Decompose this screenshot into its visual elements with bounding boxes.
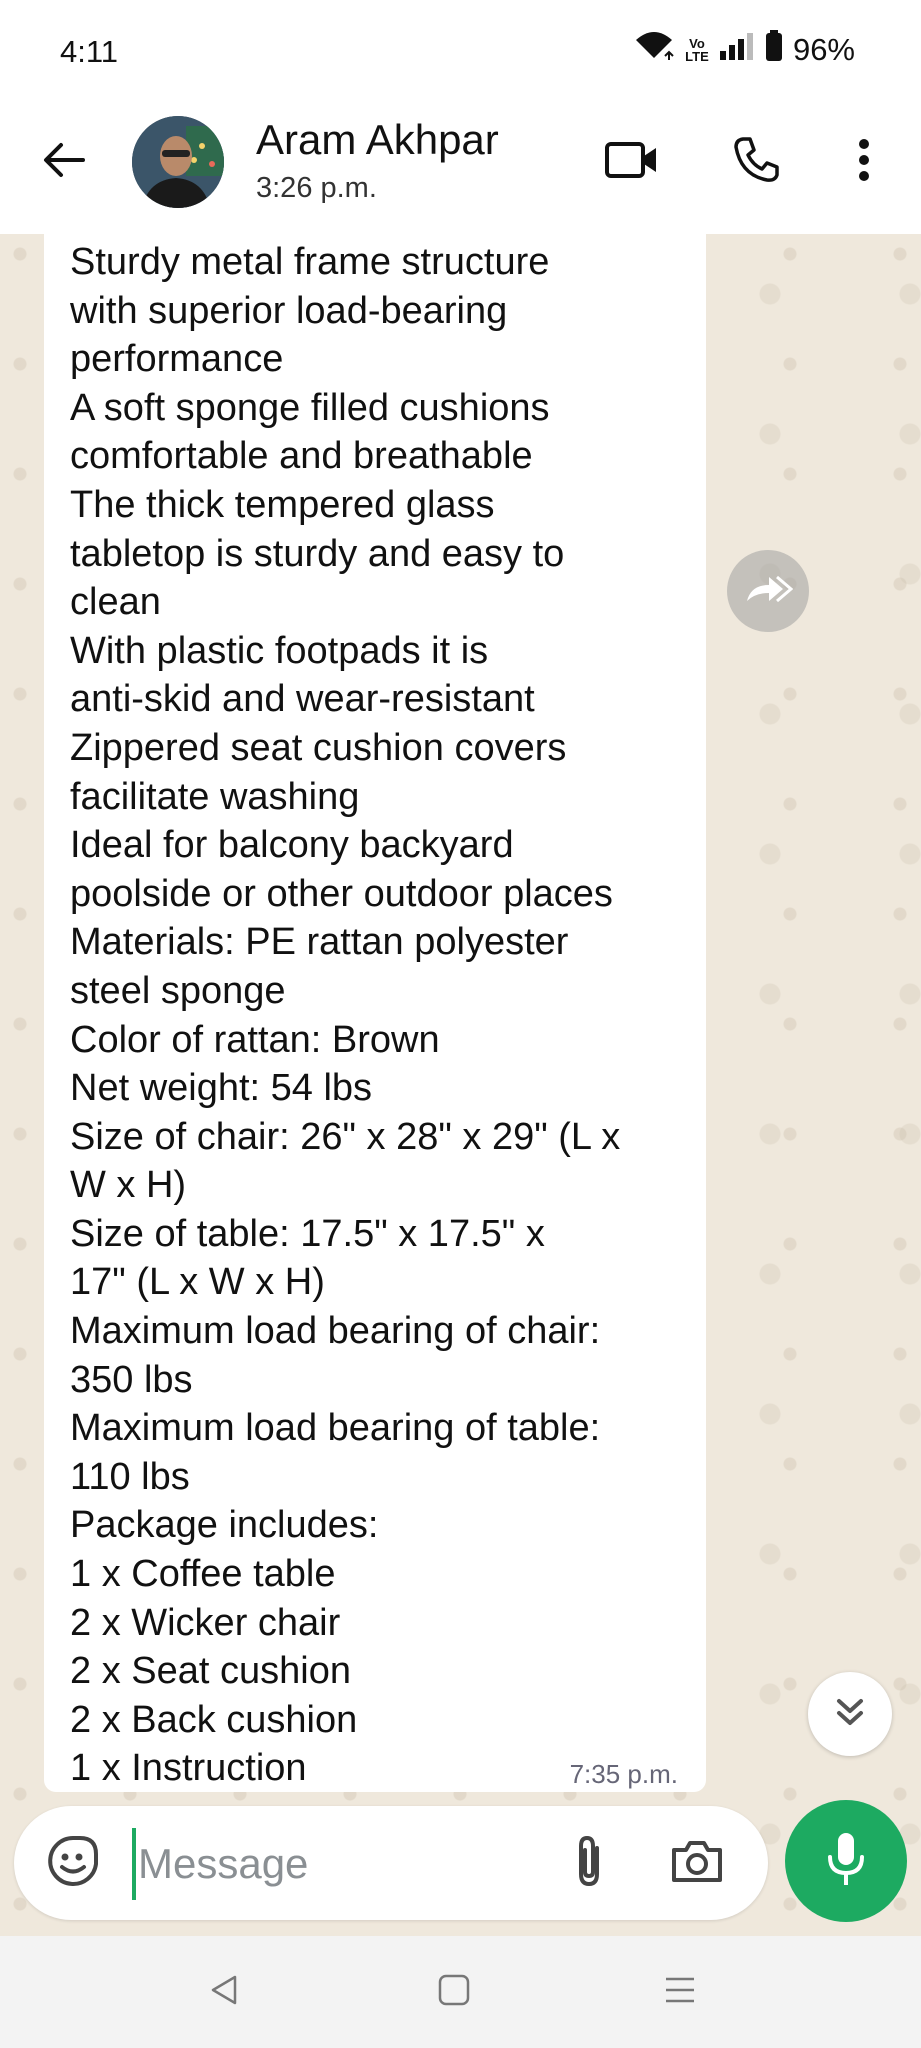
message-line: Zippered seat cushion covers — [70, 726, 567, 769]
message-line: 17" (L x W x H) — [70, 1261, 325, 1304]
voice-message-button[interactable] — [785, 1800, 907, 1922]
scroll-to-bottom-button[interactable] — [808, 1672, 892, 1756]
chat-area[interactable]: Sturdy metal frame structure with superio… — [0, 234, 921, 1936]
nav-home-icon — [437, 1973, 471, 2012]
message-line: Ideal for balcony backyard — [70, 824, 514, 867]
voice-call-button[interactable] — [724, 130, 788, 194]
forward-button[interactable] — [727, 550, 809, 632]
signal-icon — [719, 31, 755, 69]
nav-recents-icon — [663, 1973, 697, 2012]
message-line: with superior load-bearing — [70, 289, 508, 332]
contact-last-seen: 3:26 p.m. — [256, 172, 377, 204]
contact-name[interactable]: Aram Akhpar — [256, 116, 499, 164]
forward-icon — [743, 573, 794, 610]
message-line: Color of rattan: Brown — [70, 1018, 440, 1061]
status-bar: 4:11 Vo LTE 96% — [0, 0, 921, 100]
message-line: facilitate washing — [70, 775, 360, 818]
battery-percent: 96% — [792, 32, 855, 67]
message-line: clean — [70, 581, 161, 624]
message-line: Materials: PE rattan polyester — [70, 921, 569, 964]
message-line: 2 x Back cushion — [70, 1698, 358, 1741]
avatar[interactable] — [132, 116, 224, 208]
message-time: 7:35 p.m. — [569, 1759, 678, 1789]
attach-icon — [573, 1834, 605, 1893]
message-line: anti-skid and wear-resistant — [70, 678, 535, 721]
message-line: Size of chair: 26" x 28" x 29" (L x — [70, 1115, 621, 1158]
status-icons: Vo LTE 96% — [633, 30, 855, 70]
message-line: 1 x Coffee table — [70, 1553, 336, 1596]
system-nav-bar — [0, 1936, 921, 2048]
nav-recents-button[interactable] — [652, 1964, 708, 2020]
message-line: Maximum load bearing of table: — [70, 1407, 601, 1450]
double-chevron-down-icon — [833, 1695, 867, 1734]
message-line: Size of table: 17.5" x 17.5" x — [70, 1212, 545, 1255]
video-call-button[interactable] — [600, 130, 664, 194]
message-line: Package includes: — [70, 1504, 379, 1547]
nav-back-button[interactable] — [196, 1964, 252, 2020]
message-line: The thick tempered glass — [70, 483, 495, 526]
message-line: 110 lbs — [70, 1455, 190, 1498]
camera-button[interactable] — [664, 1830, 730, 1896]
message-line: performance — [70, 338, 284, 381]
sticker-button[interactable] — [44, 1834, 102, 1892]
phone-icon — [731, 135, 781, 190]
message-line: comfortable and breathable — [70, 435, 533, 478]
camera-icon — [670, 1838, 724, 1889]
volte-icon: Vo LTE — [685, 37, 709, 63]
message-line: tabletop is sturdy and easy to — [70, 532, 565, 575]
more-options-button[interactable] — [838, 130, 890, 194]
volte-label-bottom: LTE — [685, 49, 709, 64]
message-line: Sturdy metal frame structure — [70, 241, 550, 283]
battery-icon — [765, 30, 783, 70]
mic-icon — [824, 1831, 868, 1892]
status-time: 4:11 — [60, 34, 119, 69]
video-call-icon — [604, 140, 660, 185]
message-line: 350 lbs — [70, 1358, 193, 1401]
more-vertical-icon — [858, 138, 870, 187]
message-text: Sturdy metal frame structure with superio… — [70, 234, 682, 1793]
message-line: poolside or other outdoor places — [70, 872, 613, 915]
message-line: Net weight: 54 lbs — [70, 1067, 373, 1110]
chat-header: Aram Akhpar 3:26 p.m. — [0, 100, 921, 234]
sticker-icon — [46, 1834, 100, 1893]
message-line: 2 x Wicker chair — [70, 1601, 341, 1644]
message-line: With plastic footpads it is — [70, 629, 489, 672]
message-line: Maximum load bearing of chair: — [70, 1310, 601, 1353]
back-button[interactable] — [32, 130, 96, 194]
message-line: A soft sponge filled cushions — [70, 386, 550, 429]
message-bubble[interactable]: Sturdy metal frame structure with superio… — [44, 234, 706, 1792]
message-line: 2 x Seat cushion — [70, 1650, 351, 1693]
nav-home-button[interactable] — [426, 1964, 482, 2020]
message-composer — [14, 1806, 768, 1920]
nav-back-icon — [207, 1973, 241, 2012]
message-line: steel sponge — [70, 969, 286, 1012]
message-line: W x H) — [70, 1164, 187, 1207]
attach-button[interactable] — [556, 1830, 622, 1896]
back-arrow-icon — [41, 140, 87, 185]
message-input[interactable] — [132, 1828, 540, 1900]
wifi-icon — [633, 30, 675, 70]
